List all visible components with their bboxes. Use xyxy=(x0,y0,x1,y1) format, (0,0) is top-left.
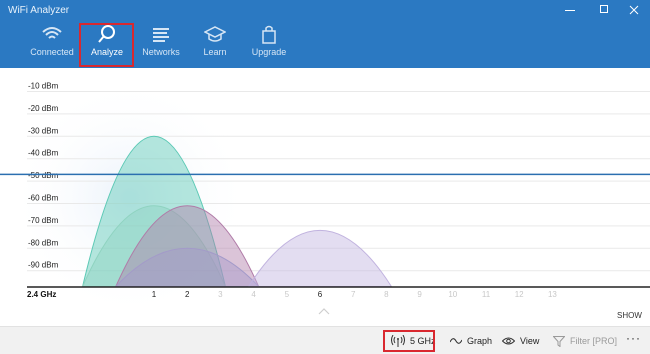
close-icon xyxy=(629,5,639,15)
window-title: WiFi Analyzer xyxy=(8,5,70,16)
x-tick-label: 11 xyxy=(482,290,491,299)
more-options-button[interactable]: ··· xyxy=(626,330,641,346)
filter-icon xyxy=(553,335,565,347)
nav-upgrade[interactable]: Upgrade xyxy=(247,24,291,64)
filter-label: Filter [PRO] xyxy=(570,336,618,346)
x-tick-label: 1 xyxy=(152,290,157,299)
x-tick-label: 7 xyxy=(351,290,356,299)
signal-chart: -10 dBm -20 dBm -30 dBm -40 dBm -50 dBm -60 d… xyxy=(0,78,650,318)
y-tick-label: -60 dBm xyxy=(28,194,59,203)
graph-button[interactable]: Graph xyxy=(450,333,492,349)
wifi-icon xyxy=(42,27,62,39)
y-tick-label: -90 dBm xyxy=(28,261,59,270)
x-tick-label: 13 xyxy=(548,290,557,299)
nav-networks[interactable]: Networks xyxy=(140,24,182,64)
maximize-icon xyxy=(600,5,608,13)
nav-learn[interactable]: Learn xyxy=(198,24,232,64)
eye-icon xyxy=(502,337,515,345)
band-highlight-box xyxy=(383,330,435,352)
wave-icon xyxy=(450,338,462,344)
analyze-chart: -10 dBm -20 dBm -30 dBm -40 dBm -50 dBm -60 d… xyxy=(0,68,650,326)
y-tick-label: -20 dBm xyxy=(28,104,59,113)
y-tick-label: -50 dBm xyxy=(28,171,59,180)
nav-learn-label: Learn xyxy=(203,47,227,57)
x-tick-label: 2 xyxy=(185,290,190,299)
x-tick-label: 5 xyxy=(285,290,290,299)
close-button[interactable] xyxy=(620,2,648,18)
nav-networks-label: Networks xyxy=(142,47,180,57)
view-label: View xyxy=(520,336,540,346)
nav-connected[interactable]: Connected xyxy=(30,24,74,64)
y-tick-label: -30 dBm xyxy=(28,126,59,135)
x-tick-label: 8 xyxy=(384,290,389,299)
minimize-icon xyxy=(565,10,575,11)
title-bar: WiFi Analyzer Connected Analyze Networks xyxy=(0,0,650,68)
command-bar: 5 GHz Graph View Filter [PRO] ··· xyxy=(0,326,650,354)
y-tick-label: -70 dBm xyxy=(28,216,59,225)
list-icon xyxy=(153,28,169,42)
network-signal-curve[interactable] xyxy=(247,230,393,287)
graduation-cap-icon xyxy=(204,26,226,42)
view-button[interactable]: View xyxy=(502,333,539,349)
filter-button[interactable]: Filter [PRO] xyxy=(553,333,617,349)
show-button[interactable]: SHOW xyxy=(617,311,642,320)
x-tick-label: 4 xyxy=(251,290,256,299)
y-tick-label: -10 dBm xyxy=(28,82,59,91)
minimize-button[interactable] xyxy=(556,2,584,18)
band-label: 2.4 GHz xyxy=(27,290,56,299)
x-tick-label: 12 xyxy=(515,290,524,299)
nav-upgrade-label: Upgrade xyxy=(251,47,287,57)
graph-label: Graph xyxy=(467,336,493,346)
x-tick-label: 6 xyxy=(318,290,323,299)
analyze-highlight-box xyxy=(79,23,134,67)
x-tick-label: 3 xyxy=(218,290,223,299)
y-tick-label: -40 dBm xyxy=(28,149,59,158)
shopping-bag-icon xyxy=(262,25,276,44)
nav-connected-label: Connected xyxy=(30,47,74,57)
maximize-button[interactable] xyxy=(590,2,618,18)
y-tick-label: -80 dBm xyxy=(28,238,59,247)
x-tick-label: 10 xyxy=(448,290,457,299)
chevron-up-icon[interactable] xyxy=(318,306,330,316)
x-tick-label: 9 xyxy=(417,290,422,299)
